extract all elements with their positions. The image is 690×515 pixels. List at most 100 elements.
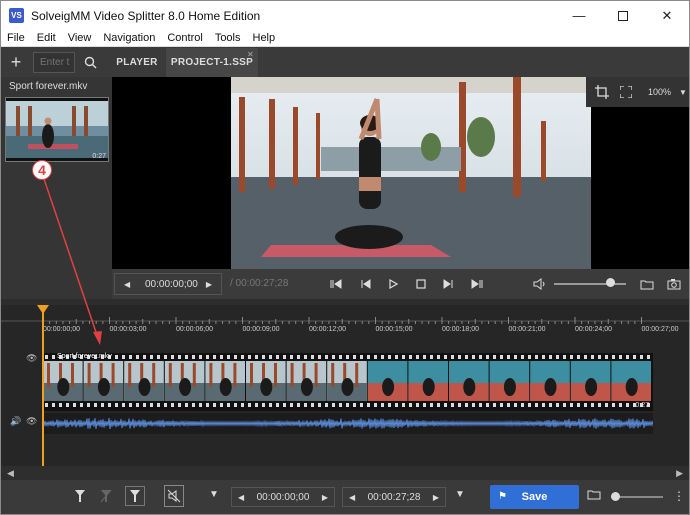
menu-view[interactable]: View bbox=[62, 32, 98, 44]
film-hole bbox=[598, 403, 601, 407]
menu-help[interactable]: Help bbox=[247, 32, 282, 44]
video-track-visibility-icon[interactable]: 👁 bbox=[26, 353, 37, 364]
end-time-next-icon[interactable]: ▶ bbox=[433, 493, 439, 502]
menu-edit[interactable]: Edit bbox=[31, 32, 62, 44]
timecode-next-icon[interactable]: ▶ bbox=[206, 280, 212, 289]
volume-button[interactable] bbox=[533, 277, 547, 291]
add-marker-button[interactable] bbox=[74, 489, 86, 503]
mute-fragment-button[interactable] bbox=[164, 485, 184, 507]
ruler-tick-label: 00:00:15;00 bbox=[375, 326, 413, 333]
crop-button[interactable] bbox=[590, 85, 614, 99]
menu-navigation[interactable]: Navigation bbox=[97, 32, 161, 44]
film-hole bbox=[304, 355, 307, 359]
timeline-scrollbar[interactable]: ◀ ▶ bbox=[1, 466, 689, 480]
film-hole bbox=[388, 355, 391, 359]
start-time-prev-icon[interactable]: ◀ bbox=[238, 493, 244, 502]
end-time-value[interactable]: 00:00:27;28 bbox=[368, 492, 421, 503]
film-hole bbox=[605, 403, 608, 407]
film-hole bbox=[542, 403, 545, 407]
current-timecode[interactable]: 00:00:00;00 bbox=[145, 279, 198, 290]
audio-track-visibility-icon[interactable]: 👁 bbox=[26, 416, 37, 427]
film-hole bbox=[563, 403, 566, 407]
film-hole bbox=[108, 403, 111, 407]
start-time-box[interactable]: ◀ 00:00:00;00 ▶ bbox=[231, 487, 335, 507]
delete-marker-button[interactable] bbox=[100, 489, 112, 503]
minimize-button[interactable]: — bbox=[557, 1, 601, 30]
snapshot-button[interactable] bbox=[667, 277, 681, 291]
select-fragment-button[interactable] bbox=[125, 486, 145, 506]
film-hole bbox=[367, 355, 370, 359]
tab-project[interactable]: PROJECT-1.SSP ✕ bbox=[166, 48, 258, 77]
timeline-zoom-handle[interactable] bbox=[611, 492, 620, 501]
next-frame-button[interactable] bbox=[441, 277, 455, 291]
film-hole bbox=[213, 355, 216, 359]
timeline[interactable]: 00:00:00;00 00:00:03;00 00:00:06;00 00:00:0… bbox=[1, 305, 689, 468]
start-marker-dropdown[interactable]: ▼ bbox=[209, 489, 219, 500]
film-hole bbox=[549, 355, 552, 359]
total-duration: / 00:00:27;28 bbox=[230, 278, 289, 289]
prev-frame-button[interactable] bbox=[359, 277, 373, 291]
start-time-value[interactable]: 00:00:00;00 bbox=[257, 492, 310, 503]
film-hole bbox=[290, 403, 293, 407]
film-hole bbox=[122, 355, 125, 359]
audio-waveform bbox=[42, 418, 655, 429]
video-player[interactable]: 100% ▼ bbox=[112, 77, 689, 269]
film-hole bbox=[535, 403, 538, 407]
video-track-clip[interactable]: Sport forever.mkv 0:27 bbox=[43, 353, 653, 411]
chevron-down-icon: ▼ bbox=[209, 489, 219, 500]
timecode-prev-icon[interactable]: ◀ bbox=[124, 280, 130, 289]
film-hole bbox=[360, 403, 363, 407]
open-folder-button[interactable] bbox=[640, 277, 654, 291]
menu-control[interactable]: Control bbox=[161, 32, 208, 44]
volume-slider-handle[interactable] bbox=[606, 278, 615, 287]
playhead[interactable] bbox=[42, 305, 44, 468]
scroll-right-icon[interactable]: ▶ bbox=[676, 468, 683, 479]
close-window-button[interactable]: ✕ bbox=[645, 1, 689, 30]
film-hole bbox=[584, 403, 587, 407]
current-timecode-box[interactable]: ◀ 00:00:00;00 ▶ bbox=[114, 273, 222, 295]
film-hole bbox=[626, 403, 629, 407]
window-title: SolveigMM Video Splitter 8.0 Home Editio… bbox=[31, 8, 261, 23]
prev-marker-button[interactable] bbox=[329, 277, 343, 291]
stop-button[interactable] bbox=[414, 277, 428, 291]
fullscreen-button[interactable] bbox=[614, 86, 638, 98]
annotation-number: 4 bbox=[32, 160, 52, 180]
start-time-next-icon[interactable]: ▶ bbox=[322, 493, 328, 502]
scroll-left-icon[interactable]: ◀ bbox=[7, 468, 14, 479]
volume-icon bbox=[533, 278, 545, 290]
film-hole bbox=[220, 355, 223, 359]
tab-player[interactable]: PLAYER bbox=[108, 48, 166, 77]
end-time-prev-icon[interactable]: ◀ bbox=[349, 493, 355, 502]
audio-track-waveform[interactable] bbox=[42, 413, 655, 434]
zoom-dropdown-icon[interactable]: ▼ bbox=[679, 88, 687, 97]
more-options-button[interactable]: ⋮ bbox=[673, 489, 685, 503]
search-input[interactable] bbox=[33, 52, 75, 73]
save-button[interactable]: ⚑ Save bbox=[490, 485, 579, 509]
volume-slider[interactable] bbox=[554, 283, 626, 285]
film-hole bbox=[115, 355, 118, 359]
media-file-thumbnail[interactable]: 0:27 bbox=[5, 97, 109, 162]
film-hole bbox=[409, 403, 412, 407]
film-hole bbox=[528, 403, 531, 407]
film-hole bbox=[577, 403, 580, 407]
film-hole bbox=[507, 403, 510, 407]
output-folder-button[interactable] bbox=[587, 489, 601, 500]
film-hole bbox=[542, 355, 545, 359]
title-bar[interactable]: VS SolveigMM Video Splitter 8.0 Home Edi… bbox=[1, 1, 689, 30]
maximize-button[interactable] bbox=[601, 1, 645, 30]
audio-track-volume-icon[interactable]: 🔊 bbox=[10, 416, 21, 427]
end-marker-dropdown[interactable]: ▼ bbox=[455, 489, 465, 500]
add-file-button[interactable]: + bbox=[1, 48, 31, 77]
next-marker-button[interactable] bbox=[470, 277, 484, 291]
end-time-box[interactable]: ◀ 00:00:27;28 ▶ bbox=[342, 487, 446, 507]
film-hole bbox=[437, 355, 440, 359]
menu-tools[interactable]: Tools bbox=[209, 32, 247, 44]
menu-file[interactable]: File bbox=[1, 32, 31, 44]
play-button[interactable] bbox=[386, 277, 400, 291]
film-hole bbox=[59, 403, 62, 407]
zoom-level[interactable]: 100% bbox=[648, 87, 671, 97]
playhead-handle[interactable] bbox=[37, 305, 49, 314]
close-tab-icon[interactable]: ✕ bbox=[247, 50, 254, 59]
timeline-ruler[interactable] bbox=[1, 305, 689, 345]
search-button[interactable] bbox=[78, 52, 102, 73]
